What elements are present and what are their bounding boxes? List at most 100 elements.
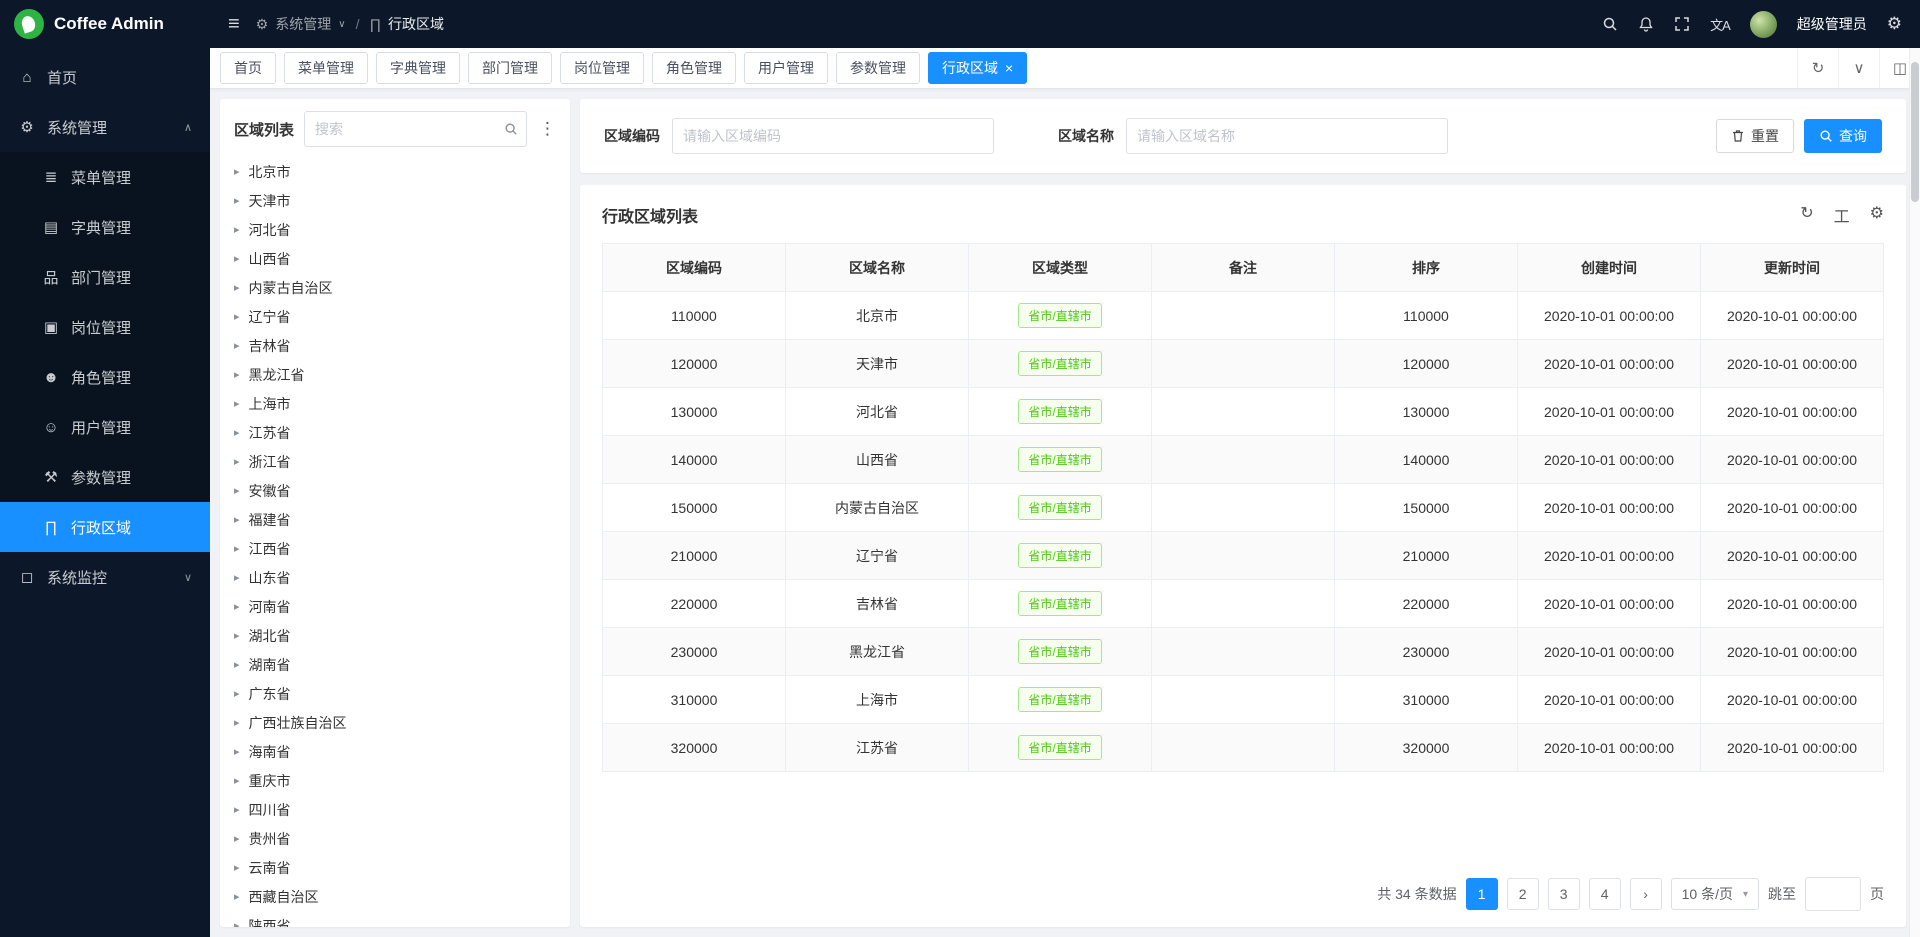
caret-right-icon[interactable]: ▸	[234, 716, 240, 729]
tree-item[interactable]: ▸上海市	[220, 389, 570, 418]
user-name[interactable]: 超级管理员	[1797, 14, 1867, 34]
sidebar-item-行政区域[interactable]: ∏行政区域	[0, 502, 210, 552]
caret-right-icon[interactable]: ▸	[234, 542, 240, 555]
tree-item[interactable]: ▸重庆市	[220, 766, 570, 795]
sidebar-item-字典管理[interactable]: ▤字典管理	[0, 202, 210, 252]
caret-right-icon[interactable]: ▸	[234, 223, 240, 236]
tab-菜单管理[interactable]: 菜单管理	[284, 52, 368, 84]
tree-item[interactable]: ▸广东省	[220, 679, 570, 708]
region-search-input[interactable]	[313, 120, 498, 138]
caret-right-icon[interactable]: ▸	[234, 368, 240, 381]
caret-right-icon[interactable]: ▸	[234, 629, 240, 642]
scrollbar-thumb[interactable]	[1911, 62, 1919, 202]
sidebar-item-菜单管理[interactable]: ≣菜单管理	[0, 152, 210, 202]
caret-right-icon[interactable]: ▸	[234, 455, 240, 468]
caret-right-icon[interactable]: ▸	[234, 194, 240, 207]
caret-right-icon[interactable]: ▸	[234, 600, 240, 613]
sidebar-item-系统管理[interactable]: ⚙系统管理∧	[0, 102, 210, 152]
chevron-down-icon[interactable]: ∨	[1838, 48, 1879, 88]
tree-item[interactable]: ▸陕西省	[220, 911, 570, 927]
jump-page-input[interactable]	[1805, 877, 1861, 911]
caret-right-icon[interactable]: ▸	[234, 890, 240, 903]
collapse-sidebar-icon[interactable]: ≡	[228, 13, 240, 36]
tree-item[interactable]: ▸贵州省	[220, 824, 570, 853]
tree-item[interactable]: ▸湖南省	[220, 650, 570, 679]
refresh-icon[interactable]: ↻	[1797, 48, 1838, 88]
search-button[interactable]: 查询	[1804, 119, 1882, 153]
tree-item[interactable]: ▸福建省	[220, 505, 570, 534]
page-size-select[interactable]: 10 条/页 ▾	[1671, 878, 1759, 910]
region-code-input[interactable]	[672, 118, 994, 154]
tree-item[interactable]: ▸云南省	[220, 853, 570, 882]
caret-right-icon[interactable]: ▸	[234, 165, 240, 178]
next-page-button[interactable]: ›	[1630, 878, 1662, 910]
more-options-icon[interactable]: ⋮	[537, 119, 558, 139]
sidebar-item-参数管理[interactable]: ⚒参数管理	[0, 452, 210, 502]
sidebar-item-部门管理[interactable]: 品部门管理	[0, 252, 210, 302]
caret-right-icon[interactable]: ▸	[234, 774, 240, 787]
sidebar-item-用户管理[interactable]: ☺用户管理	[0, 402, 210, 452]
caret-right-icon[interactable]: ▸	[234, 426, 240, 439]
column-settings-icon[interactable]: ⚙	[1870, 203, 1884, 227]
page-button-3[interactable]: 3	[1548, 878, 1580, 910]
tree-item[interactable]: ▸四川省	[220, 795, 570, 824]
search-icon[interactable]	[1602, 16, 1618, 32]
tree-item[interactable]: ▸安徽省	[220, 476, 570, 505]
tab-部门管理[interactable]: 部门管理	[468, 52, 552, 84]
caret-right-icon[interactable]: ▸	[234, 803, 240, 816]
caret-right-icon[interactable]: ▸	[234, 339, 240, 352]
caret-right-icon[interactable]: ▸	[234, 687, 240, 700]
tree-item[interactable]: ▸河北省	[220, 215, 570, 244]
tree-item[interactable]: ▸辽宁省	[220, 302, 570, 331]
tab-字典管理[interactable]: 字典管理	[376, 52, 460, 84]
tree-item[interactable]: ▸海南省	[220, 737, 570, 766]
caret-right-icon[interactable]: ▸	[234, 745, 240, 758]
region-name-input[interactable]	[1126, 118, 1448, 154]
tab-参数管理[interactable]: 参数管理	[836, 52, 920, 84]
row-density-icon[interactable]: 工	[1834, 203, 1850, 227]
breadcrumb-parent[interactable]: 系统管理	[275, 14, 331, 34]
tree-item[interactable]: ▸吉林省	[220, 331, 570, 360]
refresh-icon[interactable]: ↻	[1800, 203, 1813, 227]
page-button-1[interactable]: 1	[1466, 878, 1498, 910]
caret-right-icon[interactable]: ▸	[234, 832, 240, 845]
tree-item[interactable]: ▸天津市	[220, 186, 570, 215]
sidebar-item-首页[interactable]: ⌂首页	[0, 52, 210, 102]
tree-item[interactable]: ▸山东省	[220, 563, 570, 592]
sidebar-item-岗位管理[interactable]: ▣岗位管理	[0, 302, 210, 352]
tree-item[interactable]: ▸湖北省	[220, 621, 570, 650]
tab-用户管理[interactable]: 用户管理	[744, 52, 828, 84]
translate-icon[interactable]: 文A	[1710, 15, 1730, 34]
caret-right-icon[interactable]: ▸	[234, 281, 240, 294]
tab-首页[interactable]: 首页	[220, 52, 276, 84]
caret-right-icon[interactable]: ▸	[234, 861, 240, 874]
sidebar-item-角色管理[interactable]: ☻角色管理	[0, 352, 210, 402]
caret-right-icon[interactable]: ▸	[234, 513, 240, 526]
sidebar-item-系统监控[interactable]: ◻系统监控∨	[0, 552, 210, 602]
tree-item[interactable]: ▸北京市	[220, 157, 570, 186]
page-button-4[interactable]: 4	[1589, 878, 1621, 910]
caret-right-icon[interactable]: ▸	[234, 310, 240, 323]
caret-right-icon[interactable]: ▸	[234, 919, 240, 927]
page-button-2[interactable]: 2	[1507, 878, 1539, 910]
user-avatar[interactable]	[1750, 11, 1777, 38]
tree-item[interactable]: ▸黑龙江省	[220, 360, 570, 389]
settings-gear-icon[interactable]: ⚙	[1887, 14, 1902, 34]
search-icon[interactable]	[504, 122, 518, 136]
caret-right-icon[interactable]: ▸	[234, 658, 240, 671]
caret-right-icon[interactable]: ▸	[234, 397, 240, 410]
tree-item[interactable]: ▸内蒙古自治区	[220, 273, 570, 302]
tree-item[interactable]: ▸江西省	[220, 534, 570, 563]
tree-item[interactable]: ▸河南省	[220, 592, 570, 621]
tree-item[interactable]: ▸西藏自治区	[220, 882, 570, 911]
fullscreen-icon[interactable]	[1674, 16, 1690, 32]
tab-岗位管理[interactable]: 岗位管理	[560, 52, 644, 84]
bell-icon[interactable]	[1638, 16, 1654, 32]
reset-button[interactable]: 重置	[1716, 119, 1794, 153]
tab-角色管理[interactable]: 角色管理	[652, 52, 736, 84]
caret-right-icon[interactable]: ▸	[234, 484, 240, 497]
tab-行政区域[interactable]: 行政区域×	[928, 52, 1027, 84]
tree-item[interactable]: ▸广西壮族自治区	[220, 708, 570, 737]
caret-right-icon[interactable]: ▸	[234, 571, 240, 584]
tree-item[interactable]: ▸山西省	[220, 244, 570, 273]
